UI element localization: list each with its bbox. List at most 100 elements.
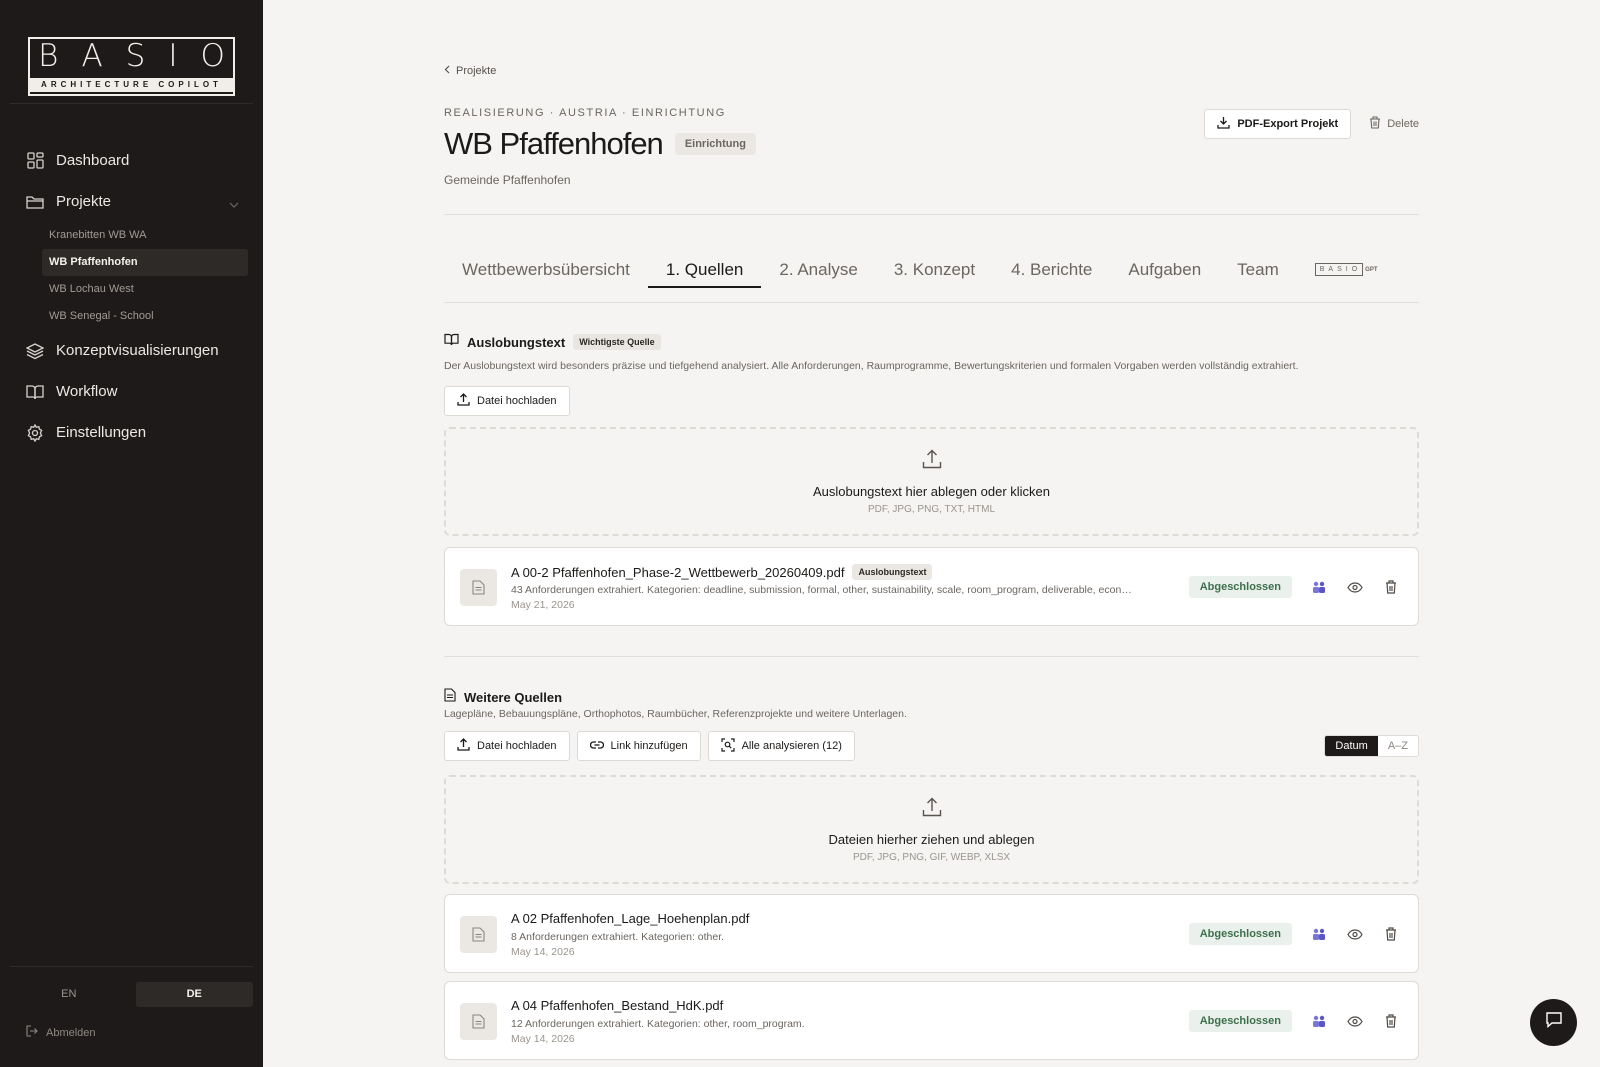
file-date: May 21, 2026: [511, 599, 575, 611]
nav-workflow-label: Workflow: [56, 383, 118, 400]
file-name[interactable]: A 02 Pfaffenhofen_Lage_Hoehenplan.pdf: [511, 911, 749, 926]
gear-icon: [26, 423, 44, 442]
nav-projekte[interactable]: Projekte: [0, 181, 263, 222]
upload-icon: [922, 797, 942, 822]
weitere-toolbar: Datei hochladen Link hinzufügen Alle ana…: [444, 731, 855, 761]
auslobung-upload-button[interactable]: Datei hochladen: [444, 386, 570, 416]
tab-wettbewerbsuebersicht[interactable]: Wettbewerbsübersicht: [444, 248, 648, 288]
weitere-header: Weitere Quellen: [444, 688, 562, 707]
layers-icon: [26, 342, 44, 360]
file-card[interactable]: A 00-2 Pfaffenhofen_Phase-2_Wettbewerb_2…: [444, 547, 1419, 626]
file-date: May 14, 2026: [511, 946, 575, 958]
file-card[interactable]: A 04 Pfaffenhofen_Bestand_HdK.pdf 12 Anf…: [444, 981, 1419, 1060]
eye-icon[interactable]: [1346, 925, 1364, 943]
most-important-tag: Wichtigste Quelle: [573, 334, 661, 350]
project-client: Gemeinde Pfaffenhofen: [444, 173, 571, 187]
document-icon: [460, 1003, 497, 1040]
dropzone-formats: PDF, JPG, PNG, TXT, HTML: [867, 503, 996, 515]
tab-quellen[interactable]: 1. Quellen: [647, 248, 762, 288]
chat-button[interactable]: [1530, 999, 1577, 1046]
lang-en-button[interactable]: EN: [10, 982, 128, 1007]
nav-dashboard-label: Dashboard: [56, 152, 130, 169]
logo-wordmark: BASIO: [38, 38, 248, 74]
auslobung-header: Auslobungstext Wichtigste Quelle: [444, 333, 661, 351]
auslobung-dropzone[interactable]: Auslobungstext hier ablegen oder klicken…: [444, 427, 1419, 536]
document-icon: [460, 916, 497, 953]
team-icon[interactable]: [1310, 925, 1328, 943]
document-icon: [444, 688, 456, 707]
lang-de-button[interactable]: DE: [135, 982, 253, 1007]
breadcrumb-label: Projekte: [456, 65, 497, 77]
eye-icon[interactable]: [1346, 1012, 1364, 1030]
file-type-tag: Auslobungstext: [852, 564, 933, 580]
nav-konzept-label: Konzeptvisualisierungen: [56, 342, 219, 359]
team-icon[interactable]: [1310, 578, 1328, 596]
gpt-suffix: GPT: [1365, 266, 1378, 273]
upload-icon: [922, 449, 942, 474]
breadcrumb-back-link[interactable]: Projekte: [444, 65, 496, 77]
project-item[interactable]: WB Lochau West: [42, 276, 248, 303]
file-name[interactable]: A 04 Pfaffenhofen_Bestand_HdK.pdf: [511, 998, 723, 1013]
nav-konzeptvisualisierungen[interactable]: Konzeptvisualisierungen: [0, 330, 263, 371]
tab-basio-gpt[interactable]: BASIO GPT: [1314, 263, 1378, 276]
page-title: WB Pfaffenhofen: [444, 126, 664, 161]
folder-icon: [26, 193, 44, 211]
tab-berichte[interactable]: 4. Berichte: [993, 248, 1110, 288]
weitere-title: Weitere Quellen: [464, 690, 563, 705]
link-icon: [589, 740, 604, 753]
file-name[interactable]: A 00-2 Pfaffenhofen_Phase-2_Wettbewerb_2…: [511, 565, 844, 580]
project-item-active[interactable]: WB Pfaffenhofen: [42, 249, 248, 276]
delete-project-button[interactable]: Delete: [1369, 116, 1419, 132]
nav-projekte-label: Projekte: [56, 193, 112, 210]
analyze-all-label: Alle analysieren (12): [741, 740, 842, 752]
file-name-row: A 02 Pfaffenhofen_Lage_Hoehenplan.pdf: [511, 911, 749, 926]
logout-icon: [26, 1025, 38, 1040]
nav-einstellungen[interactable]: Einstellungen: [0, 412, 263, 453]
add-link-button[interactable]: Link hinzufügen: [576, 731, 701, 761]
status-badge: Abgeschlossen: [1188, 923, 1292, 945]
phase-badge: Einrichtung: [674, 133, 756, 155]
project-item[interactable]: WB Senegal - School: [42, 303, 248, 330]
eye-icon[interactable]: [1346, 578, 1364, 596]
nav-dashboard[interactable]: Dashboard: [0, 140, 263, 181]
title-row: WB Pfaffenhofen Einrichtung: [444, 126, 756, 162]
nav-workflow[interactable]: Workflow: [0, 371, 263, 412]
trash-icon[interactable]: [1382, 1012, 1400, 1030]
logo-area: BASIO ARCHITECTURE COPILOT: [10, 0, 253, 104]
analyze-all-button[interactable]: Alle analysieren (12): [707, 731, 855, 761]
weitere-upload-button[interactable]: Datei hochladen: [444, 731, 570, 761]
weitere-dropzone[interactable]: Dateien hierher ziehen und ablegen PDF, …: [444, 775, 1419, 884]
project-item[interactable]: Kranebitten WB WA: [42, 222, 248, 249]
upload-label: Datei hochladen: [477, 740, 557, 752]
tab-konzept[interactable]: 3. Konzept: [876, 248, 993, 288]
file-name-row: A 00-2 Pfaffenhofen_Phase-2_Wettbewerb_2…: [511, 564, 933, 580]
logout-label: Abmelden: [46, 1026, 96, 1039]
download-icon: [1217, 116, 1230, 132]
tab-analyse[interactable]: 2. Analyse: [761, 248, 875, 288]
chevron-down-icon[interactable]: [229, 195, 239, 212]
upload-label: Datei hochladen: [477, 395, 557, 407]
chevron-left-icon: [444, 65, 450, 77]
project-meta: REALISIERUNG · AUSTRIA · EINRICHTUNG: [444, 107, 726, 119]
dropzone-title: Dateien hierher ziehen und ablegen: [828, 831, 1035, 847]
logout-link[interactable]: Abmelden: [26, 1025, 96, 1040]
tab-aufgaben[interactable]: Aufgaben: [1110, 248, 1219, 288]
file-card[interactable]: A 02 Pfaffenhofen_Lage_Hoehenplan.pdf 8 …: [444, 894, 1419, 973]
sort-date-button[interactable]: Datum: [1325, 736, 1378, 756]
dashboard-icon: [26, 152, 44, 170]
tab-team[interactable]: Team: [1219, 248, 1297, 288]
dropzone-title: Auslobungstext hier ablegen oder klicken: [812, 483, 1051, 499]
add-link-label: Link hinzufügen: [610, 740, 688, 752]
pdf-export-button[interactable]: PDF-Export Projekt: [1204, 109, 1352, 139]
sort-az-button[interactable]: A–Z: [1378, 736, 1418, 756]
trash-icon[interactable]: [1382, 578, 1400, 596]
team-icon[interactable]: [1310, 1012, 1328, 1030]
trash-icon[interactable]: [1382, 925, 1400, 943]
file-summary: 43 Anforderungen extrahiert. Kategorien:…: [511, 584, 1132, 596]
file-summary: 12 Anforderungen extrahiert. Kategorien:…: [511, 1018, 805, 1030]
basio-logo[interactable]: BASIO ARCHITECTURE COPILOT: [28, 37, 235, 96]
header-divider: [444, 214, 1419, 215]
sidebar: BASIO ARCHITECTURE COPILOT Dashboard Pro…: [0, 0, 263, 1067]
book-icon: [26, 383, 44, 401]
book-open-icon: [444, 333, 459, 351]
